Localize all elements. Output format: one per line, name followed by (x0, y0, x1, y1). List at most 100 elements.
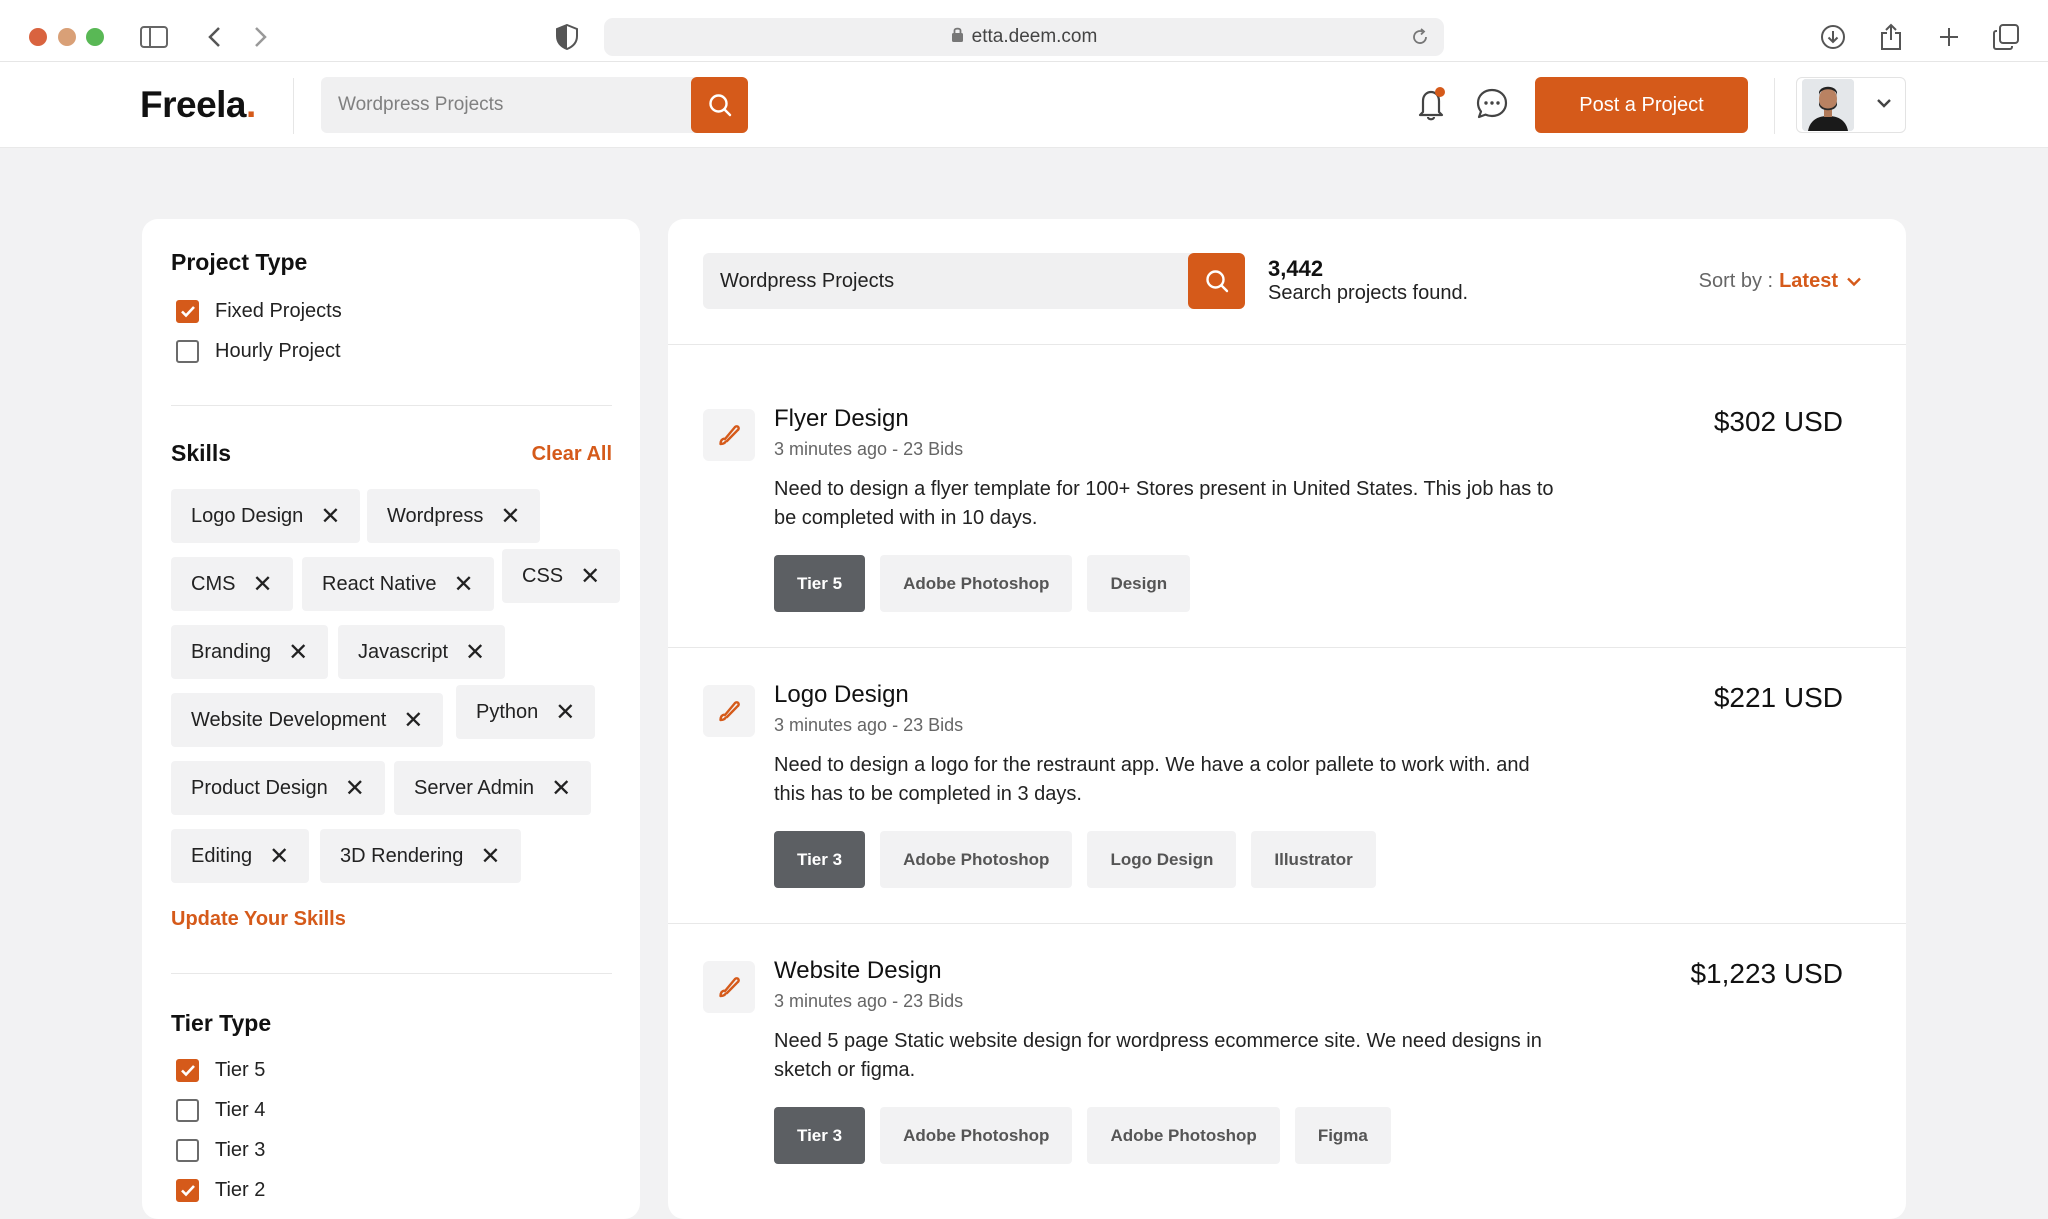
back-arrow-icon[interactable] (199, 22, 229, 52)
skill-tag[interactable]: Illustrator (1251, 831, 1376, 888)
share-icon[interactable] (1876, 22, 1906, 52)
close-window-button[interactable] (29, 28, 47, 46)
checkbox-checked[interactable] (176, 1179, 199, 1202)
header-search-input[interactable] (321, 77, 748, 133)
skill-chip[interactable]: Javascript ✕ (338, 625, 506, 679)
chip-label: CMS (191, 572, 236, 595)
checkbox-unchecked[interactable] (176, 1139, 199, 1162)
filter-tier-2[interactable]: Tier 2 (176, 1179, 265, 1202)
skill-tag[interactable]: Adobe Photoshop (880, 831, 1073, 888)
skill-tag[interactable]: Adobe Photoshop (880, 555, 1073, 612)
divider (668, 923, 1906, 924)
tier-tag[interactable]: Tier 3 (774, 1107, 866, 1164)
project-title[interactable]: Logo Design (774, 681, 909, 709)
tab-overview-icon[interactable] (1991, 22, 2021, 52)
skill-tag[interactable]: Logo Design (1087, 831, 1237, 888)
browser-chrome: etta.deem.com (0, 0, 2048, 62)
filter-label: Tier 4 (215, 1099, 266, 1121)
header-search-button[interactable] (691, 77, 748, 133)
clear-all-link[interactable]: Clear All (532, 443, 612, 466)
checkbox-unchecked[interactable] (176, 340, 199, 363)
filter-label: Tier 3 (215, 1139, 266, 1161)
skill-chip[interactable]: Branding ✕ (171, 625, 329, 679)
remove-x-icon[interactable]: ✕ (480, 842, 500, 871)
forward-arrow-icon[interactable] (246, 22, 276, 52)
results-search-input[interactable] (703, 253, 1245, 309)
filter-hourly-project[interactable]: Hourly Project (176, 340, 341, 363)
privacy-shield-icon[interactable] (552, 22, 582, 52)
skill-chip[interactable]: Product Design ✕ (171, 761, 385, 815)
reload-icon[interactable] (1410, 27, 1430, 53)
address-bar[interactable]: etta.deem.com (604, 18, 1444, 56)
minimize-window-button[interactable] (58, 28, 76, 46)
project-title[interactable]: Flyer Design (774, 405, 909, 433)
checkbox-checked[interactable] (176, 1059, 199, 1082)
result-label: Search projects found. (1268, 282, 1469, 304)
skill-chip[interactable]: 3D Rendering ✕ (320, 829, 521, 883)
chip-label: React Native (322, 572, 437, 595)
skill-tag[interactable]: Adobe Photoshop (1087, 1107, 1280, 1164)
remove-x-icon[interactable]: ✕ (269, 842, 289, 871)
filter-label: Fixed Projects (215, 300, 342, 322)
chip-label: 3D Rendering (340, 844, 464, 867)
checkbox-unchecked[interactable] (176, 1099, 199, 1122)
chip-label: Branding (191, 640, 272, 663)
sort-dropdown[interactable]: Sort by : Latest (1699, 270, 1862, 293)
skill-chip[interactable]: Logo Design ✕ (171, 489, 361, 543)
notifications-button[interactable] (1414, 85, 1450, 123)
site-header: Freela. Post a Project (0, 62, 2048, 148)
new-tab-icon[interactable] (1934, 22, 1964, 52)
skill-tag[interactable]: Design (1087, 555, 1191, 612)
tier-tag[interactable]: Tier 3 (774, 831, 866, 888)
skill-chip[interactable]: Website Development ✕ (171, 693, 444, 747)
chip-label: Logo Design (191, 504, 304, 527)
remove-x-icon[interactable]: ✕ (555, 698, 575, 727)
freela-logo[interactable]: Freela. (140, 84, 256, 126)
filter-tier-4[interactable]: Tier 4 (176, 1099, 265, 1122)
remove-x-icon[interactable]: ✕ (454, 570, 474, 599)
remove-x-icon[interactable]: ✕ (580, 562, 600, 591)
remove-x-icon[interactable]: ✕ (252, 570, 272, 599)
sidebar-toggle-icon[interactable] (139, 22, 169, 52)
project-meta: 3 minutes ago - 23 Bids (774, 991, 964, 1011)
remove-x-icon[interactable]: ✕ (403, 706, 423, 735)
results-panel: 3,442 Search projects found. Sort by : L… (668, 219, 1906, 1219)
filter-label: Tier 2 (215, 1179, 266, 1201)
skill-chip[interactable]: React Native ✕ (302, 557, 494, 611)
divider (171, 405, 612, 406)
results-search-button[interactable] (1188, 253, 1245, 309)
update-skills-link[interactable]: Update Your Skills (171, 908, 346, 931)
filter-tier-5[interactable]: Tier 5 (176, 1059, 265, 1082)
profile-menu[interactable] (1796, 77, 1906, 133)
filter-fixed-projects[interactable]: Fixed Projects (176, 300, 342, 323)
skill-chip[interactable]: Wordpress ✕ (367, 489, 541, 543)
skill-chip[interactable]: CMS ✕ (171, 557, 293, 611)
checkbox-checked[interactable] (176, 300, 199, 323)
remove-x-icon[interactable]: ✕ (288, 638, 308, 667)
remove-x-icon[interactable]: ✕ (345, 774, 365, 803)
project-title[interactable]: Website Design (774, 957, 942, 985)
chip-label: Product Design (191, 776, 328, 799)
project-meta: 3 minutes ago - 23 Bids (774, 715, 964, 735)
remove-x-icon[interactable]: ✕ (551, 774, 571, 803)
remove-x-icon[interactable]: ✕ (465, 638, 485, 667)
skill-chip[interactable]: Python ✕ (456, 685, 596, 739)
filter-sidebar: Project Type Fixed Projects Hourly Proje… (142, 219, 640, 1219)
download-icon[interactable] (1818, 22, 1848, 52)
skill-tag[interactable]: Adobe Photoshop (880, 1107, 1073, 1164)
maximize-window-button[interactable] (86, 28, 104, 46)
chip-label: CSS (522, 564, 564, 587)
project-tags: Tier 3 Adobe Photoshop Logo Design Illus… (774, 831, 1376, 888)
skill-chip[interactable]: Server Admin ✕ (394, 761, 592, 815)
skill-tag[interactable]: Figma (1294, 1107, 1391, 1164)
project-tags: Tier 3 Adobe Photoshop Adobe Photoshop F… (774, 1107, 1391, 1164)
post-project-button[interactable]: Post a Project (1535, 77, 1748, 133)
remove-x-icon[interactable]: ✕ (320, 502, 340, 531)
remove-x-icon[interactable]: ✕ (500, 502, 520, 531)
tier-tag[interactable]: Tier 5 (774, 555, 866, 612)
messages-button[interactable] (1474, 86, 1510, 122)
skill-chip[interactable]: CSS ✕ (502, 549, 621, 603)
skill-chip[interactable]: Editing ✕ (171, 829, 310, 883)
chip-label: Server Admin (414, 776, 535, 799)
filter-tier-3[interactable]: Tier 3 (176, 1139, 265, 1162)
